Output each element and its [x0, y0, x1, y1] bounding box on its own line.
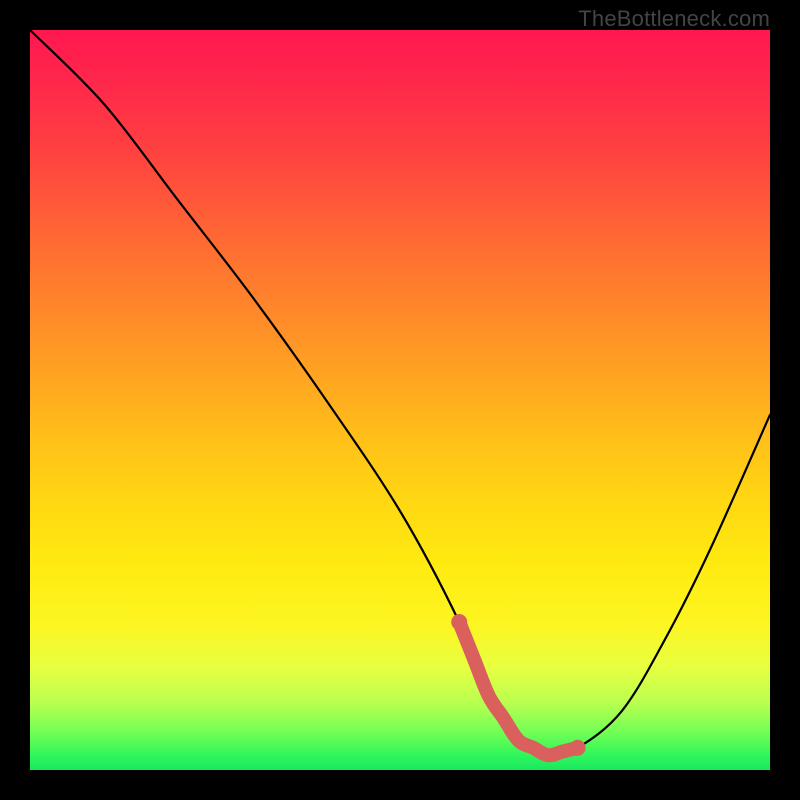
- plot-area: [30, 30, 770, 770]
- chart-frame: TheBottleneck.com: [0, 0, 800, 800]
- highlight-band-path: [459, 622, 577, 755]
- bottleneck-curve-path: [30, 30, 770, 756]
- watermark-label: TheBottleneck.com: [578, 6, 770, 32]
- highlight-end-dot: [570, 740, 586, 756]
- curve-svg: [30, 30, 770, 770]
- highlight-start-dot: [451, 614, 467, 630]
